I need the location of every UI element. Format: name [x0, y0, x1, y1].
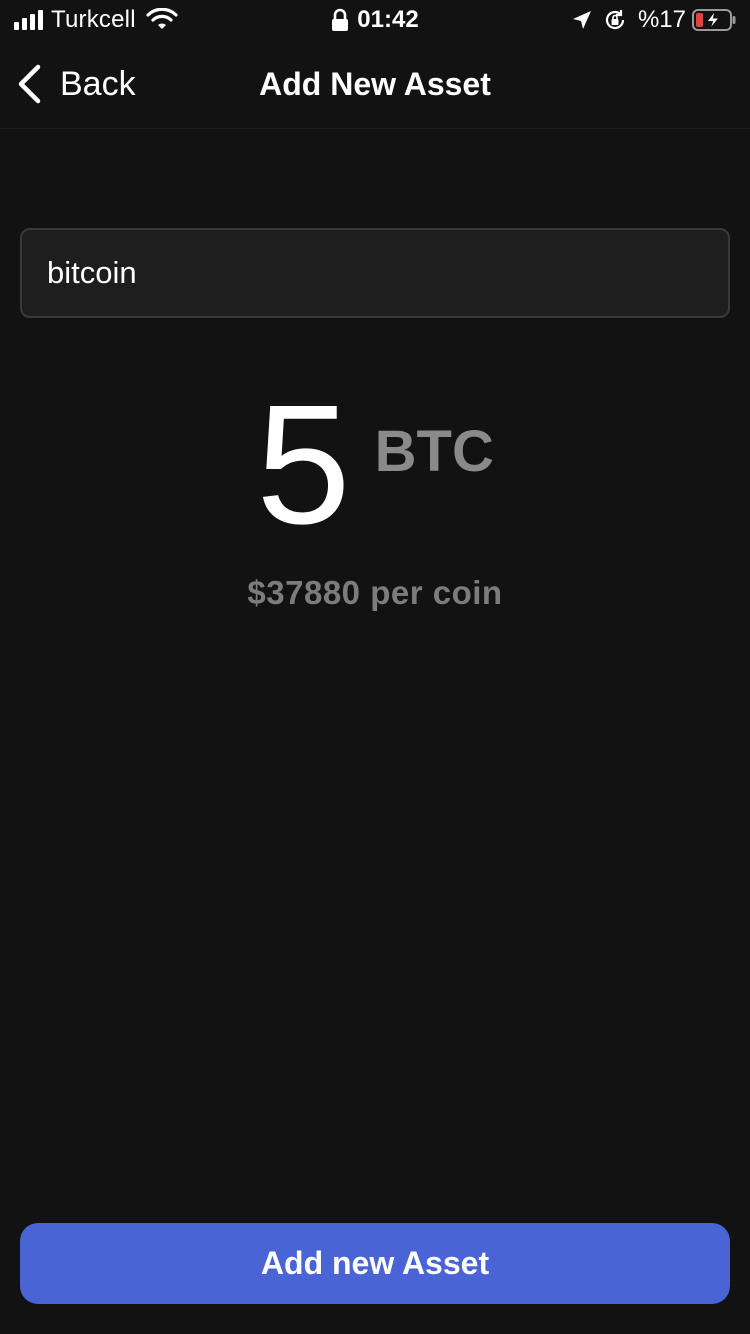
price-per-coin: $37880 per coin	[247, 574, 503, 611]
battery-charging-icon	[692, 9, 736, 31]
rotation-lock-icon	[605, 10, 625, 30]
amount-value: 5	[256, 370, 351, 560]
status-bar: Turkcell 01:42 %17	[0, 0, 750, 40]
battery-percent: %17	[637, 6, 686, 33]
asset-search-input[interactable]	[20, 228, 730, 318]
amount-display: 5 BTC	[0, 380, 750, 550]
chevron-left-icon	[18, 64, 41, 104]
back-button[interactable]: Back	[16, 62, 136, 106]
clock: 01:42	[357, 6, 419, 33]
status-right: %17	[572, 6, 736, 34]
nav-bar: Back Add New Asset	[0, 40, 750, 129]
location-icon	[572, 11, 591, 29]
lock-icon	[332, 8, 349, 31]
add-asset-button[interactable]: Add new Asset	[20, 1223, 730, 1304]
amount-unit: BTC	[374, 418, 494, 484]
back-label: Back	[60, 64, 136, 103]
